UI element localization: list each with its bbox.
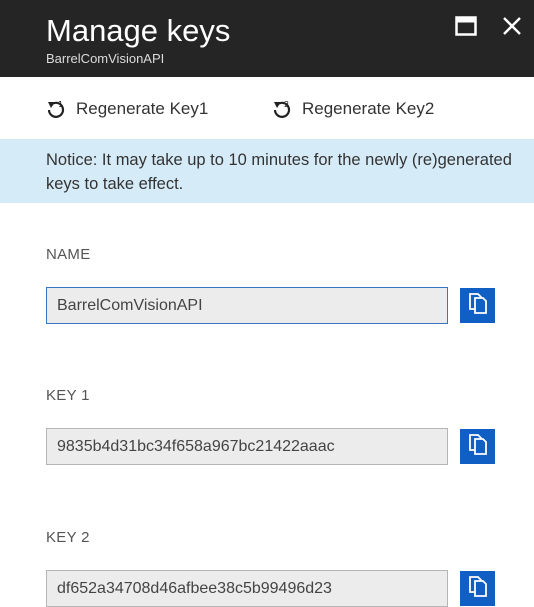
blade-header: Manage keys BarrelComVisionAPI [0,0,534,77]
key1-label: KEY 1 [46,387,90,404]
page-subtitle: BarrelComVisionAPI [46,51,165,66]
regenerate-key1-button[interactable]: 1 Regenerate Key1 [44,95,208,123]
name-field[interactable]: BarrelComVisionAPI [46,287,448,324]
name-label: NAME [46,246,91,263]
close-button[interactable] [498,14,526,42]
copy-name-button[interactable] [460,288,495,323]
notice-banner: Notice: It may take up to 10 minutes for… [0,139,534,203]
regenerate-key1-label: Regenerate Key1 [76,99,209,118]
copy-icon [467,291,489,320]
refresh-icon: 2 [270,97,294,121]
refresh-icon: 1 [44,97,68,121]
maximize-button[interactable] [452,14,480,42]
page-title: Manage keys [46,13,231,48]
close-icon [502,16,522,41]
svg-text:2: 2 [284,100,289,109]
maximize-icon [455,15,477,41]
notice-text: Notice: It may take up to 10 minutes for… [46,151,512,193]
copy-icon [467,432,489,461]
svg-text:1: 1 [58,100,63,109]
command-bar: 1 Regenerate Key1 2 Regenerate Key2 [0,77,534,139]
regenerate-key2-label: Regenerate Key2 [302,99,435,118]
key2-field[interactable]: df652a34708d46afbee38c5b99496d23 [46,570,448,607]
copy-icon [467,574,489,603]
key2-label: KEY 2 [46,529,90,546]
key1-field[interactable]: 9835b4d31bc34f658a967bc21422aaac [46,428,448,465]
copy-key1-button[interactable] [460,429,495,464]
regenerate-key2-button[interactable]: 2 Regenerate Key2 [270,95,434,123]
copy-key2-button[interactable] [460,571,495,606]
